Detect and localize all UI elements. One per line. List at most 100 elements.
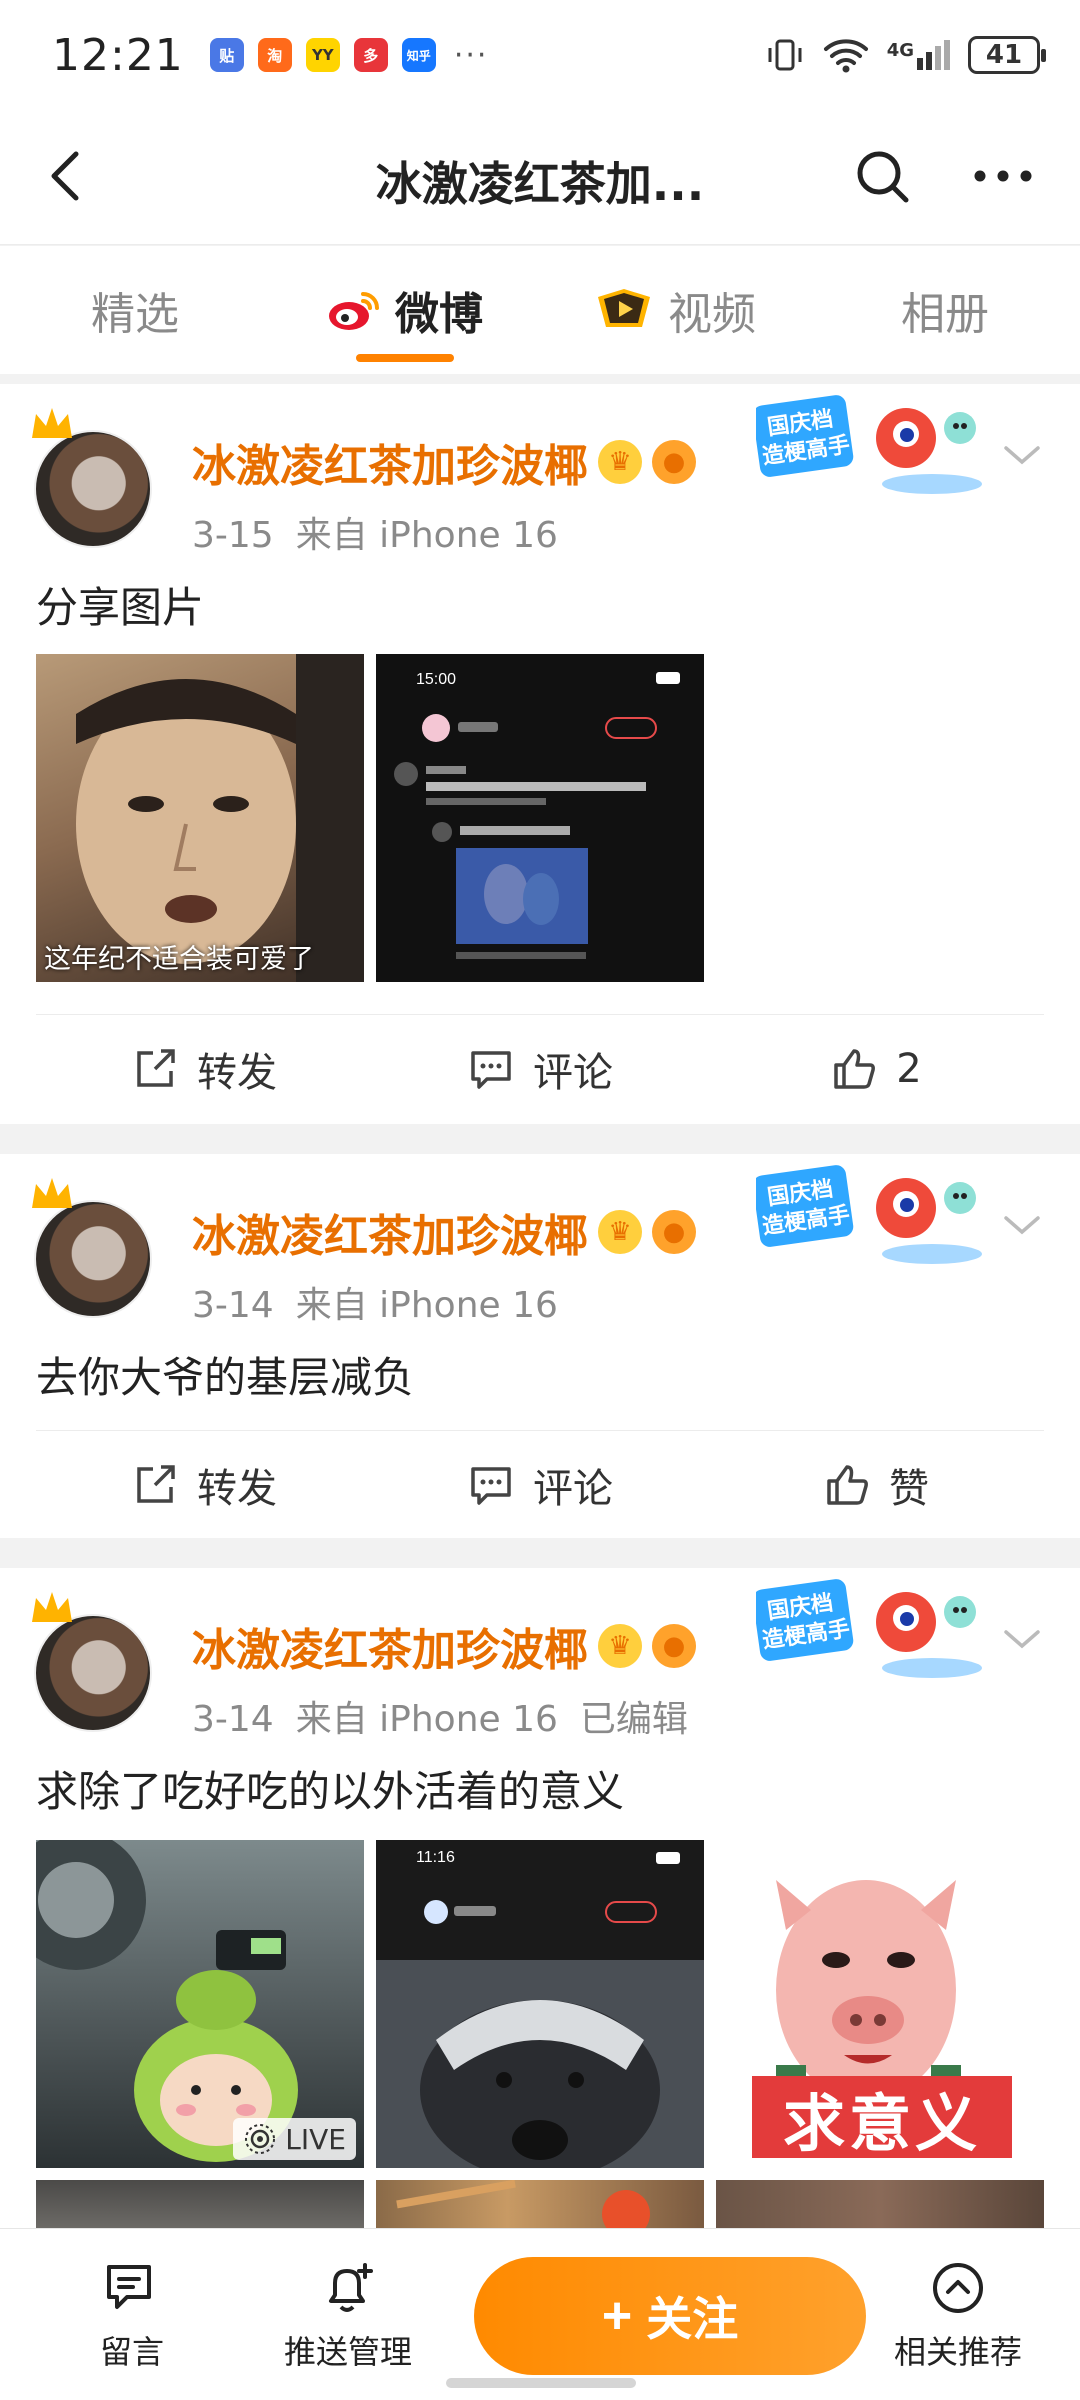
badger-screenshot-graphic: 11:16 bbox=[376, 1849, 704, 2168]
vip-crown-icon: ♛ bbox=[598, 440, 642, 484]
comment-button[interactable]: 评论 bbox=[372, 1015, 708, 1122]
comment-icon bbox=[471, 1050, 511, 1089]
tab-featured[interactable]: 精选 bbox=[0, 246, 270, 374]
national-day-sticker-icon: 国庆档 造梗高手 bbox=[756, 395, 982, 494]
push-settings-button[interactable]: 推送管理 bbox=[284, 2259, 412, 2373]
post-card[interactable]: 冰激凌红茶加珍波椰 ♛ ● 3-14 来自 iPhone 16 已编辑 国庆档 造梗… bbox=[0, 1568, 1080, 2228]
clock: 12:21 bbox=[52, 29, 184, 81]
post-text: 求除了吃好吃的以外活着的意义 bbox=[36, 1767, 625, 1816]
comment-button[interactable]: 评论 bbox=[372, 1431, 708, 1538]
zhihu-app-icon: 知乎 bbox=[401, 38, 436, 72]
top-navigation-bar: 冰激凌红茶加... bbox=[0, 110, 1080, 245]
post-text: 分享图片 bbox=[36, 583, 205, 632]
avatar-image bbox=[34, 1614, 152, 1732]
post-image[interactable]: LIVE bbox=[36, 1840, 364, 2168]
repost-button[interactable]: 转发 bbox=[36, 1431, 372, 1538]
active-tab-indicator bbox=[356, 354, 454, 362]
avatar[interactable] bbox=[32, 408, 156, 552]
yy-app-icon: YY bbox=[305, 38, 340, 72]
screenshot-time: 11:16 bbox=[416, 1849, 455, 1866]
plus-icon: + bbox=[601, 2287, 633, 2345]
bottom-action-bar: 留言 推送管理 + 关注 相关推荐 bbox=[0, 2228, 1080, 2400]
post-meta: 3-15 来自 iPhone 16 bbox=[192, 506, 580, 558]
thumbs-up-icon bbox=[827, 1464, 868, 1505]
username-text: 冰激凌红茶加珍波椰 bbox=[192, 1625, 588, 1676]
tab-video[interactable]: 视频 bbox=[540, 246, 810, 374]
chevron-down-icon[interactable] bbox=[1000, 1624, 1044, 1654]
comment-icon bbox=[471, 1466, 511, 1505]
post-card[interactable]: 冰激凌红茶加珍波椰 ♛ ● 3-15 来自 iPhone 16 国庆档 造梗高手 … bbox=[0, 384, 1080, 1124]
post-card[interactable]: 冰激凌红茶加珍波椰 ♛ ● 3-14 来自 iPhone 16 国庆档 造梗高手 … bbox=[0, 1154, 1080, 1538]
video-icon bbox=[598, 289, 650, 327]
vip-crown-icon: ♛ bbox=[598, 1624, 642, 1668]
like-label: 赞 bbox=[889, 1465, 929, 1512]
post-image[interactable] bbox=[376, 2180, 704, 2228]
tab-label: 精选 bbox=[91, 289, 179, 340]
post-actions: 转发 评论 2 bbox=[36, 1014, 1044, 1122]
post-text: 去你大爷的基层减负 bbox=[36, 1353, 415, 1402]
avatar[interactable] bbox=[32, 1592, 156, 1736]
follow-label: 关注 bbox=[646, 2293, 739, 2345]
profile-tabs: 精选 微博 视频 相册 bbox=[0, 246, 1080, 374]
post-image[interactable]: 求意义 bbox=[716, 1840, 1044, 2168]
post-image[interactable]: 这年纪不适合装可爱了 bbox=[36, 654, 364, 982]
post-source: 来自 iPhone 16 bbox=[295, 1699, 558, 1740]
related-label: 相关推荐 bbox=[894, 2333, 1023, 2371]
tab-album[interactable]: 相册 bbox=[810, 246, 1080, 374]
pinduoduo-app-icon: 多 bbox=[353, 38, 388, 72]
related-recommendations-button[interactable]: 相关推荐 bbox=[894, 2259, 1022, 2373]
post-date: 3-14 bbox=[192, 1699, 274, 1740]
crown-icon bbox=[32, 1178, 72, 1208]
national-day-sticker-icon: 国庆档 造梗高手 bbox=[756, 1165, 982, 1264]
vip-crown-icon: ♛ bbox=[598, 1210, 642, 1254]
post-image[interactable] bbox=[36, 2180, 364, 2228]
message-button[interactable]: 留言 bbox=[100, 2259, 164, 2373]
like-button[interactable]: 赞 bbox=[708, 1431, 1044, 1538]
username[interactable]: 冰激凌红茶加珍波椰 ♛ ● bbox=[192, 1614, 696, 1678]
weibo-profile-screen: 12:21 贴 淘 YY 多 知乎 ··· 4G 41 冰激凌红茶加... 精选… bbox=[0, 0, 1080, 2400]
avatar-image bbox=[34, 1200, 152, 1318]
comment-label: 评论 bbox=[533, 1465, 613, 1512]
chevron-up-circle-icon bbox=[933, 2263, 983, 2313]
post-meta: 3-14 来自 iPhone 16 bbox=[192, 1276, 580, 1328]
image-caption: 这年纪不适合装可爱了 bbox=[44, 944, 314, 975]
tab-label: 相册 bbox=[901, 289, 989, 340]
vibrate-icon bbox=[768, 39, 802, 71]
signal-icon: 4G bbox=[887, 40, 950, 70]
avatar[interactable] bbox=[32, 1178, 156, 1322]
taobao-app-icon: 淘 bbox=[257, 38, 292, 72]
avatar-image bbox=[34, 430, 152, 548]
system-indicators: 4G 41 bbox=[765, 35, 1046, 75]
screenshot-time: 15:00 bbox=[416, 671, 456, 688]
post-image[interactable] bbox=[716, 2180, 1044, 2228]
post-date: 3-14 bbox=[192, 1285, 274, 1326]
repost-label: 转发 bbox=[197, 1049, 277, 1096]
chevron-down-icon[interactable] bbox=[1000, 1210, 1044, 1240]
bell-plus-icon bbox=[329, 2263, 373, 2312]
username-text: 冰激凌红茶加珍波椰 bbox=[192, 441, 588, 492]
follow-button[interactable]: + 关注 bbox=[474, 2257, 866, 2375]
like-button[interactable]: 2 bbox=[708, 1015, 1044, 1122]
message-label: 留言 bbox=[100, 2333, 165, 2371]
username[interactable]: 冰激凌红茶加珍波椰 ♛ ● bbox=[192, 1200, 696, 1264]
food-photo-graphic bbox=[396, 2180, 650, 2228]
post-image[interactable]: 11:16 bbox=[376, 1840, 704, 2168]
post-source: 来自 iPhone 16 bbox=[295, 515, 558, 556]
tab-label: 微博 bbox=[395, 289, 483, 340]
notification-icons: 贴 淘 YY 多 知乎 ··· bbox=[209, 38, 489, 73]
repost-button[interactable]: 转发 bbox=[36, 1015, 372, 1122]
fish-badge-icon: ● bbox=[652, 440, 696, 484]
post-date: 3-15 bbox=[192, 515, 274, 556]
username[interactable]: 冰激凌红茶加珍波椰 ♛ ● bbox=[192, 430, 696, 494]
home-indicator[interactable] bbox=[446, 2378, 636, 2388]
tab-weibo[interactable]: 微博 bbox=[270, 246, 540, 374]
repost-icon bbox=[137, 1048, 175, 1087]
like-count: 2 bbox=[896, 1045, 922, 1092]
man-photo-graphic bbox=[76, 654, 364, 982]
post-image[interactable]: 15:00 bbox=[376, 654, 704, 982]
username-text: 冰激凌红茶加珍波椰 bbox=[192, 1211, 588, 1262]
chevron-down-icon[interactable] bbox=[1000, 440, 1044, 470]
search-icon[interactable] bbox=[852, 146, 912, 206]
more-icon[interactable] bbox=[970, 146, 1036, 206]
wifi-icon bbox=[823, 39, 868, 73]
